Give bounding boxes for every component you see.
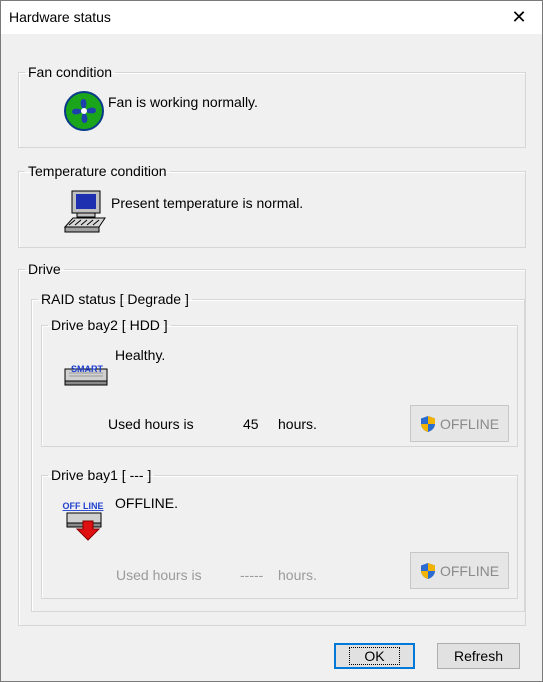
refresh-button-label: Refresh [453, 648, 504, 664]
temperature-condition-legend: Temperature condition [28, 163, 167, 179]
computer-icon [63, 190, 106, 233]
drive-bay1-status: OFFLINE. [115, 495, 179, 511]
drive-bay2-used-label: Used hours is [108, 416, 194, 432]
drive-bay1-legend: Drive bay1 [ --- ] [51, 467, 152, 483]
drive-bay2-hours-unit: hours. [278, 416, 317, 432]
drive-legend: Drive [28, 261, 61, 277]
fan-status-text: Fan is working normally. [108, 94, 258, 110]
fan-icon [64, 91, 104, 131]
ok-button[interactable]: OK [334, 643, 415, 669]
hardware-status-window: Hardware status ✕ Fan condition Fan is w… [0, 0, 543, 682]
offline-icon-label: OFF LINE [63, 501, 104, 511]
refresh-button[interactable]: Refresh [437, 643, 520, 669]
smart-icon-label: SMART [71, 364, 103, 374]
shield-icon [420, 562, 435, 579]
drive-bay2-offline-button[interactable]: OFFLINE [410, 405, 509, 442]
drive-bay2-legend: Drive bay2 [ HDD ] [51, 317, 168, 333]
title-bar: Hardware status ✕ [1, 1, 542, 34]
raid-status-legend: RAID status [ Degrade ] [41, 291, 189, 307]
drive-bay2-status: Healthy. [115, 347, 166, 363]
drive-bay2-offline-label: OFFLINE [439, 415, 500, 432]
drive-bay1-used-label: Used hours is [116, 567, 202, 583]
drive-bay2-hours-value: 45 [243, 416, 259, 432]
smart-drive-icon: SMART [64, 364, 108, 386]
shield-icon [420, 415, 435, 432]
drive-bay1-offline-label: OFFLINE [439, 562, 500, 579]
window-title: Hardware status [9, 9, 111, 25]
close-button[interactable]: ✕ [496, 1, 542, 34]
ok-button-label: OK [349, 647, 400, 665]
offline-drive-icon: OFF LINE [63, 501, 104, 541]
drive-bay1-offline-button[interactable]: OFFLINE [410, 552, 509, 589]
drive-bay1-hours-unit: hours. [278, 567, 317, 583]
close-icon: ✕ [511, 7, 527, 27]
fan-condition-legend: Fan condition [28, 64, 113, 80]
temperature-status-text: Present temperature is normal. [111, 195, 304, 211]
drive-bay1-hours-value: ----- [240, 567, 264, 583]
